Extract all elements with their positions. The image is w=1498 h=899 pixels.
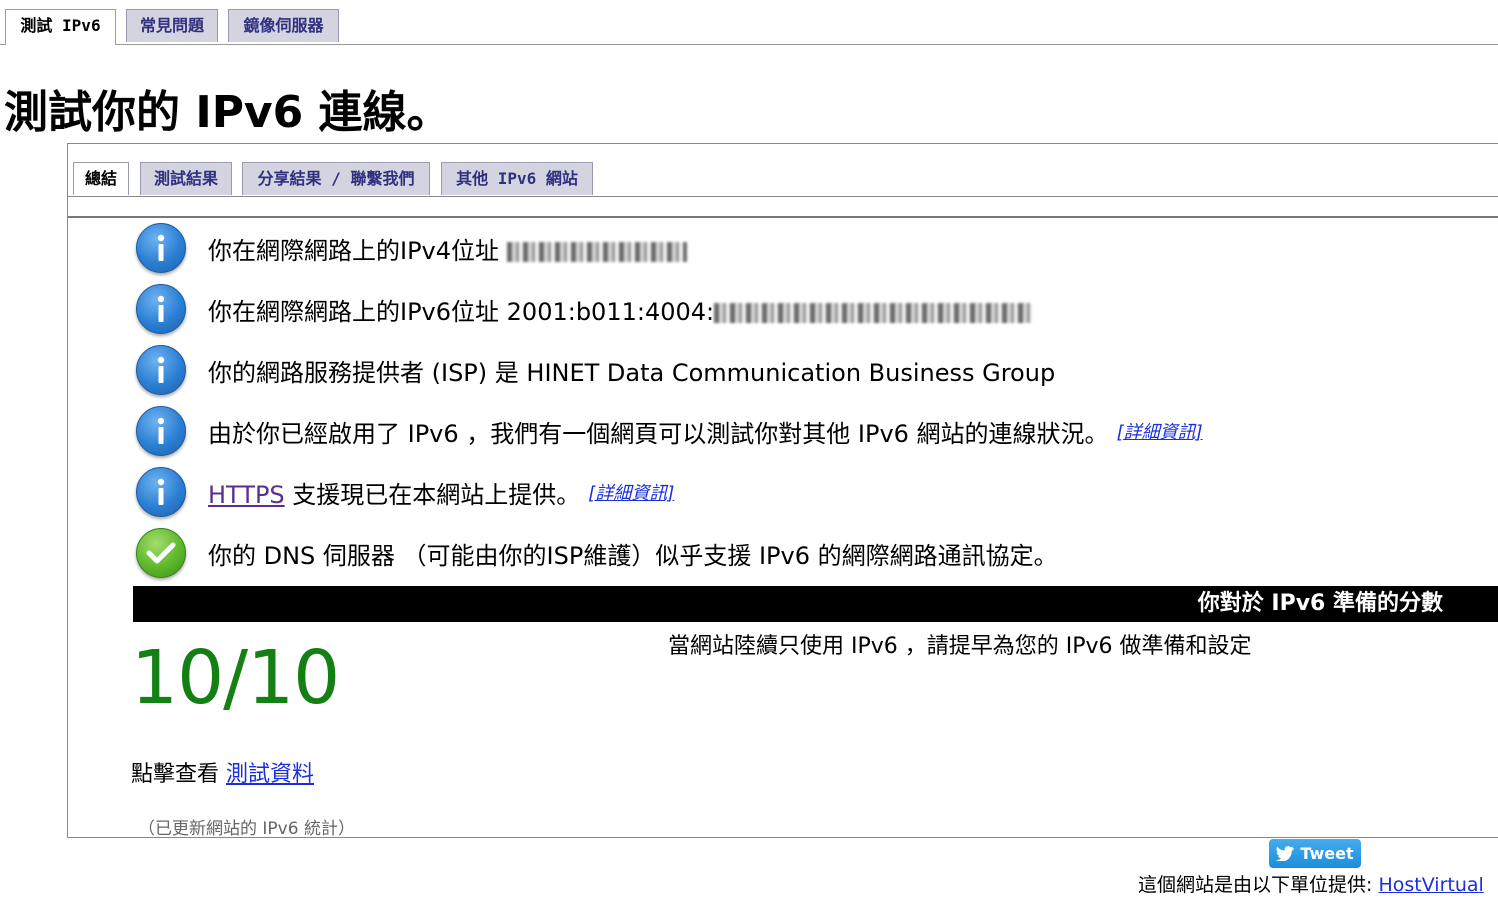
tab-summary[interactable]: 總結 — [73, 162, 129, 195]
top-tab-bar: 測試 IPv6 常見問題 鏡像伺服器 — [0, 0, 1498, 45]
tab-other-ipv6-sites[interactable]: 其他 IPv6 網站 — [441, 162, 593, 195]
check-icon — [136, 528, 186, 578]
list-item-ipv6: 你在網際網路上的IPv6位址 2001:b011:4004: — [136, 283, 1033, 335]
footer: 這個網站是由以下單位提供: HostVirtual — [1138, 874, 1484, 896]
info-icon — [136, 467, 186, 517]
details-link[interactable]: [詳細資訊] — [588, 483, 674, 504]
tab-test-results[interactable]: 測試結果 — [140, 162, 232, 195]
tab-test-ipv6[interactable]: 測試 IPv6 — [5, 9, 116, 45]
tab-faq[interactable]: 常見問題 — [126, 9, 218, 42]
test-data-link[interactable]: 測試資料 — [226, 762, 314, 787]
list-item-isp: 你的網路服務提供者 (ISP) 是 HINET Data Communicati… — [136, 344, 1055, 396]
ipv6-text: 你在網際網路上的IPv6位址 2001:b011:4004: — [208, 292, 1033, 327]
info-icon — [136, 406, 186, 456]
inner-tab-bar: 總結 測試結果 分享結果 / 聯繫我們 其他 IPv6 網站 — [68, 144, 1498, 197]
list-item-ipv6-enabled: 由於你已經啟用了 IPv6 ，我們有一個網頁可以測試你對其他 IPv6 網站的連… — [136, 405, 1203, 457]
details-link[interactable]: [詳細資訊] — [1117, 422, 1203, 443]
ipv6-enabled-text: 由於你已經啟用了 IPv6 ，我們有一個網頁可以測試你對其他 IPv6 網站的連… — [208, 419, 1109, 448]
tweet-label: Tweet — [1300, 844, 1354, 863]
list-item-https: HTTPS 支援現已在本網站上提供。 [詳細資訊] — [136, 466, 674, 518]
info-icon — [136, 284, 186, 334]
redacted-ipv4 — [506, 241, 687, 262]
page-title: 測試你的 IPv6 連線。 — [4, 87, 451, 138]
info-icon — [136, 345, 186, 395]
info-icon — [136, 223, 186, 273]
score-value: 10/10 — [131, 635, 340, 721]
click-see: 點擊查看 測試資料 — [131, 762, 315, 787]
score-heading: 你對於 IPv6 準備的分數 — [133, 586, 1498, 622]
summary-panel: 總結 測試結果 分享結果 / 聯繫我們 其他 IPv6 網站 你在網際網路上的I… — [67, 143, 1498, 839]
list-item-dns: 你的 DNS 伺服器 （可能由你的ISP維護）似乎支援 IPv6 的網際網路通訊… — [136, 527, 1058, 579]
score-note: 當網站陸續只使用 IPv6 ，請提早為您的 IPv6 做準備和設定 — [668, 634, 1252, 659]
tab-mirrors[interactable]: 鏡像伺服器 — [228, 9, 339, 42]
tweet-button[interactable]: Tweet — [1269, 839, 1361, 868]
twitter-bird-icon — [1276, 846, 1295, 861]
ipv4-text: 你在網際網路上的IPv4位址 — [208, 231, 687, 266]
dns-text: 你的 DNS 伺服器 （可能由你的ISP維護）似乎支援 IPv6 的網際網路通訊… — [208, 541, 1058, 570]
redacted-ipv6 — [714, 302, 1033, 323]
list-item-ipv4: 你在網際網路上的IPv4位址 — [136, 222, 687, 274]
updated-note: （已更新網站的 IPv6 統計） — [138, 819, 355, 839]
divider — [68, 216, 1498, 218]
https-text: 支援現已在本網站上提供。 — [284, 480, 581, 509]
tab-share-contact[interactable]: 分享結果 / 聯繫我們 — [242, 162, 430, 195]
hostvirtual-link[interactable]: HostVirtual — [1378, 874, 1483, 896]
https-link[interactable]: HTTPS — [208, 481, 285, 509]
isp-text: 你的網路服務提供者 (ISP) 是 HINET Data Communicati… — [208, 358, 1056, 387]
